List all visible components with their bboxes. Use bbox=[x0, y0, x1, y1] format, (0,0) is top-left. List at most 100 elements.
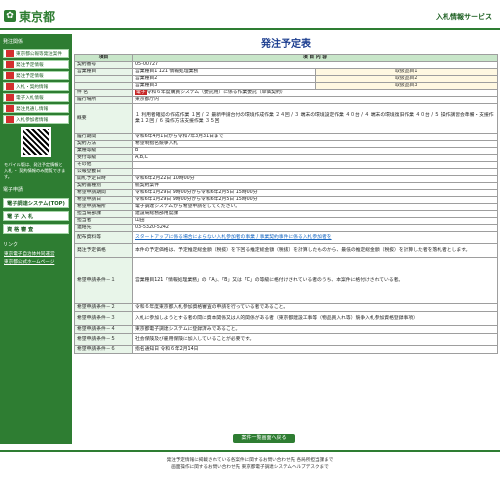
logo-text: 東京都 bbox=[19, 9, 56, 24]
table-row: その他 bbox=[74, 161, 498, 169]
handling-item-label: 取扱品目3 bbox=[314, 82, 498, 90]
system-title: 入札情報サービス bbox=[436, 13, 492, 21]
row-value: 統契約案件 bbox=[132, 182, 498, 190]
row-value: 東京都電子調達システムに登録済みであること。 bbox=[132, 325, 498, 334]
row-value: 令和6年4月1日から令和7年3月31日まで bbox=[132, 133, 498, 141]
footer-line-2: 画面操作に関するお問い合わせ先 東京都電子調達システムヘルプデスクまで bbox=[171, 465, 329, 470]
link-joint-operation[interactable]: 東京電子自治体共同運営 bbox=[0, 250, 72, 258]
tokyo-logo[interactable]: ✿ 東京都 bbox=[4, 8, 55, 24]
main-content: 発注予定表 項目 項 目 内 容 契約番号 05-00727 営業種目 営業種目1 1… bbox=[74, 34, 498, 354]
row-label: 開札予定日時 bbox=[74, 175, 133, 183]
handling-item-label: 取扱品目1 bbox=[314, 68, 498, 76]
sidebar-item-5[interactable]: 電子入札情報 bbox=[3, 93, 69, 102]
table-row: 契約書種別 統契約案件 bbox=[74, 182, 498, 190]
table-row: 開札予定日時 令和6年2月22日 10時00分 bbox=[74, 175, 498, 183]
row-value: 指名通知日 令和６年2月14日 bbox=[132, 345, 498, 354]
row-label: 希望申請条件－６ bbox=[74, 345, 133, 354]
row-label: 契約番号 bbox=[74, 61, 133, 69]
qualification-review-button[interactable]: 資 格 審 査 bbox=[3, 224, 69, 234]
row-label: その他 bbox=[74, 161, 133, 169]
row-value: １ 利用者確認の作成作業 １回 / ２ 最新申請台付の環境作成作業 ２４回 / … bbox=[132, 103, 498, 134]
row-label: 履行期間 bbox=[74, 133, 133, 141]
row-value-text[interactable]: スタートアップに係る場合によらない入札参加者の事業 / 事業契約事件に係る入札参… bbox=[135, 235, 332, 240]
row-value-text: 令和6年1月29日 9時00分から令和6年2月5日 15時00分 bbox=[135, 190, 258, 196]
header: ✿ 東京都 入札情報サービス bbox=[0, 0, 500, 30]
row-value: 電子令和６年度購買システム（委託用）に係る作業委託（単価契約） bbox=[132, 89, 498, 97]
table-row: 発注予定価格 本件の予定価格は、予定推定総金額（税抜）を下回る推定総金額（税抜）を… bbox=[74, 243, 498, 258]
row-value-text: 電子調達システムから希望申請をしてください。 bbox=[135, 204, 241, 210]
sidebar-item-1[interactable]: 東京都公報等発注案件 bbox=[3, 49, 69, 58]
row-value: 営業種目121「情報処理業務」の「A」、「B」又は「C」の等級に格付けされている… bbox=[132, 257, 498, 304]
row-label: 発注予定価格 bbox=[74, 243, 133, 258]
row-label: 公報登載日 bbox=[74, 168, 133, 176]
row-value: 希望制指名競争入札 bbox=[132, 140, 498, 148]
table-row: 配布資料等 スタートアップに係る場合によらない入札参加者の事業 / 事業契約事件に… bbox=[74, 231, 498, 244]
row-value: A,B,C bbox=[132, 154, 498, 162]
sidebar: 発注関係 東京都公報等発注案件 発注予定情報 発注予定情報 入札・契約情報 電子… bbox=[0, 34, 72, 444]
row-value: B bbox=[132, 147, 498, 155]
page-title: 発注予定表 bbox=[261, 39, 311, 50]
row-value-text: 令和6年2月22日 10時00分 bbox=[135, 176, 195, 182]
row-label: 履行場所 bbox=[74, 96, 133, 104]
row-value-text: 入札に参加しようとする者の間に資本関係又は人的関係がある者（東京都建設工事等（物… bbox=[135, 315, 418, 321]
row-label: 希望申請条件－１ bbox=[74, 257, 133, 304]
table-row: 希望申請条件－１ 営業種目121「情報処理業務」の「A」、「B」又は「C」の等級に… bbox=[74, 257, 498, 304]
red-bullet-icon bbox=[6, 50, 14, 57]
row-value-text: 東京都庁内 bbox=[135, 97, 159, 103]
back-to-list-button[interactable]: 案件一覧画面へ戻る bbox=[233, 434, 295, 443]
row-value-text: 営業種目121「情報処理業務」の「A」、「B」又は「C」の等級に格付けされている… bbox=[135, 277, 404, 283]
row-value-text: 03-5320-5242 bbox=[135, 225, 169, 231]
row-value: 令和6年2月22日 10時00分 bbox=[132, 175, 498, 183]
table-row: 履行場所 東京都庁内 bbox=[74, 96, 498, 104]
red-bullet-icon bbox=[6, 94, 14, 101]
row-label: 希望申請場所 bbox=[74, 203, 133, 211]
row-label: 業種等級 bbox=[74, 147, 133, 155]
link-official-homepage[interactable]: 東京都公式ホームページ bbox=[0, 258, 72, 266]
row-label: 概要 bbox=[74, 103, 133, 134]
row-value-text: 令和6年1月29日 9時00分から令和6年2月5日 15時00分 bbox=[135, 197, 258, 203]
row-value: 令和６年度東京都入札参加資格審査の申請を行っている者であること。 bbox=[132, 303, 498, 312]
row-value: 営業種目1 121 情報処理業務 bbox=[132, 68, 316, 76]
row-value: 営業種目3 bbox=[132, 82, 316, 90]
row-value-text: １ 利用者確認の作成作業 １回 / ２ 最新申請台付の環境作成作業 ２４回 / … bbox=[135, 112, 494, 124]
sidebar-item-7[interactable]: 入札参加者情報 bbox=[3, 115, 69, 124]
row-value-text: 営業種目2 bbox=[135, 76, 158, 82]
table-row: 連絡先 03-5320-5242 bbox=[74, 224, 498, 232]
row-label bbox=[74, 75, 133, 83]
row-value-text: 営業種目1 121 情報処理業務 bbox=[135, 69, 199, 75]
e-bidding-button[interactable]: 電 子 入 札 bbox=[3, 211, 69, 221]
tokyo-emblem-icon: ✿ bbox=[4, 10, 16, 22]
row-value-text: 指名通知日 令和６年2月14日 bbox=[135, 346, 199, 352]
row-value: 山田 bbox=[132, 217, 498, 225]
e-procurement-top-button[interactable]: 電子調達システム(TOP) bbox=[3, 198, 69, 208]
row-label: 契約書種別 bbox=[74, 182, 133, 190]
row-label: 希望申請期間 bbox=[74, 189, 133, 197]
table-row: 担当者 山田 bbox=[74, 217, 498, 225]
table-row: 希望申請条件－５ 社会保険及び雇用保険に加入していることが必要です。 bbox=[74, 333, 498, 346]
column-header-content: 項 目 内 容 bbox=[132, 54, 498, 62]
row-value-text: 東京都電子調達システムに登録済みであること。 bbox=[135, 326, 241, 332]
row-value-text: 山田 bbox=[135, 218, 145, 224]
red-bullet-icon bbox=[6, 105, 14, 112]
mobile-note: モバイル版は、発注予定情報と 入札 ・ 契約情報のみ閲覧できます。 bbox=[4, 162, 66, 179]
row-label: 希望申請日 bbox=[74, 196, 133, 204]
table-row: 契約番号 05-00727 bbox=[74, 61, 498, 69]
sidebar-item-3[interactable]: 発注予定情報 bbox=[3, 71, 69, 80]
row-label: 担当者 bbox=[74, 217, 133, 225]
table-row: 希望申請条件－６ 指名通知日 令和６年2月14日 bbox=[74, 345, 498, 354]
row-value-text: 令和６年度東京都入札参加資格審査の申請を行っている者であること。 bbox=[135, 304, 289, 310]
row-value: 令和6年1月29日 9時00分から令和6年2月5日 15時00分 bbox=[132, 196, 498, 204]
sidebar-item-6[interactable]: 発注見通し情報 bbox=[3, 104, 69, 113]
electronic-badge: 電子 bbox=[135, 90, 147, 95]
table-body: 契約番号 05-00727 営業種目 営業種目1 121 情報処理業務 取扱品目1 営業種… bbox=[74, 61, 498, 354]
red-bullet-icon bbox=[6, 72, 14, 79]
table-row: 履行期間 令和6年4月1日から令和7年3月31日まで bbox=[74, 133, 498, 141]
table-header-row: 項目 項 目 内 容 bbox=[74, 54, 498, 62]
row-label: 契約方法 bbox=[74, 140, 133, 148]
table-row: 業種等級 B bbox=[74, 147, 498, 155]
sidebar-item-2[interactable]: 発注予定情報 bbox=[3, 60, 69, 69]
row-value-text: 令和６年度購買システム（委託用）に係る作業委託（単価契約） bbox=[146, 90, 286, 96]
row-value: スタートアップに係る場合によらない入札参加者の事業 / 事業契約事件に係る入札参… bbox=[132, 231, 498, 244]
sidebar-item-4[interactable]: 入札・契約情報 bbox=[3, 82, 69, 91]
footer-line-1: 発注予定情報に掲載されている各案件に関するお問い合わせ先 各局所担当課まで bbox=[166, 458, 334, 463]
